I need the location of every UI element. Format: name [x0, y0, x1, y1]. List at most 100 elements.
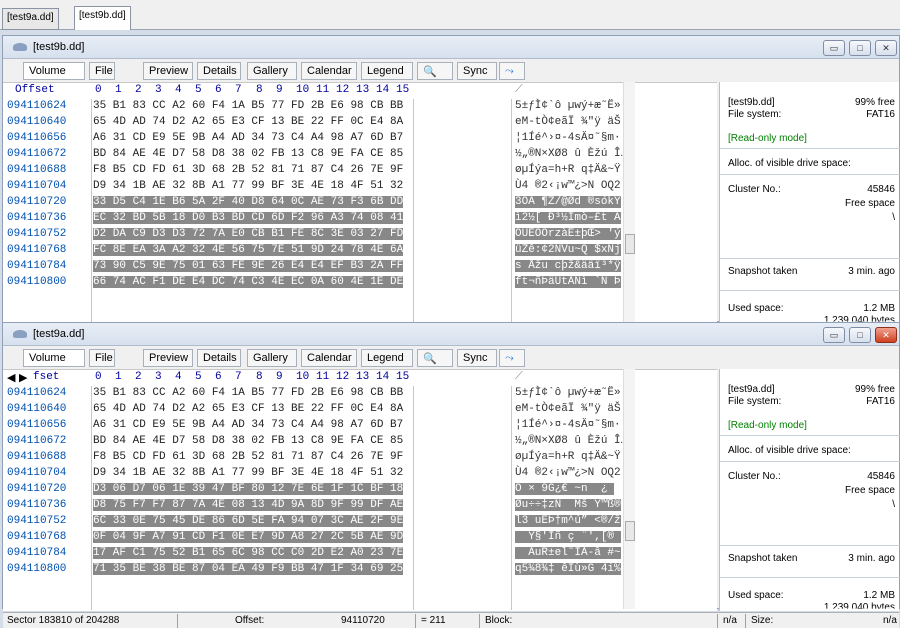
hex-row[interactable]: 094110624 35 B1 83 CC A2 60 F4 1A B5 77 F…	[3, 386, 717, 402]
row-bytes[interactable]: BD 84 AE 4E D7 58 D8 38 02 FB 13 C8 9E F…	[93, 148, 403, 160]
row-ascii[interactable]: ¯ÁuR±el˜ÌÀ-â #~	[515, 547, 621, 559]
row-bytes[interactable]: BD 84 AE 4E D7 58 D8 38 02 FB 13 C8 9E F…	[93, 435, 403, 447]
vertical-scrollbar[interactable]	[623, 82, 635, 322]
window-titlebar[interactable]: [test9a.dd] ▭ □ ✕	[3, 323, 899, 346]
row-ascii[interactable]: Ù4 ®2‹¡w™¿>N OQ2	[515, 467, 621, 479]
row-ascii[interactable]: Ÿ§'Íñ ç ¨',[®	[515, 531, 621, 543]
row-bytes[interactable]: 35 B1 83 CC A2 60 F4 1A B5 77 FD 2B E6 9…	[93, 100, 403, 112]
search-icon[interactable]: 🔍	[417, 62, 453, 80]
row-ascii[interactable]: ½„®N×XØ8 û Èžú Î…	[515, 148, 627, 160]
row-ascii[interactable]: ÒÚÉÓÓrzàË±þŒ> 'ý	[515, 228, 621, 240]
row-bytes[interactable]: 65 4D AD 74 D2 A2 65 E3 CF 13 BE 22 FF 0…	[93, 403, 403, 415]
hex-row[interactable]: 094110688 F8 B5 CD FD 61 3D 68 2B 52 81 7…	[3, 450, 717, 466]
row-bytes[interactable]: F8 B5 CD FD 61 3D 68 2B 52 81 71 87 C4 2…	[93, 164, 403, 176]
row-bytes[interactable]: D8 75 F7 F7 87 7A 4E 08 13 4D 9A 8D 9F 9…	[93, 499, 404, 511]
arrow-icon[interactable]: ⤳	[499, 62, 525, 80]
row-bytes[interactable]: D9 34 1B AE 32 8B A1 77 99 BF 3E 4E 18 4…	[93, 180, 403, 192]
close-button[interactable]: ✕	[875, 40, 897, 56]
hex-row[interactable]: 094110784 17 AF C1 75 52 B1 65 6C 98 CC C…	[3, 546, 717, 562]
row-ascii[interactable]: ¦1Íé^›¤-4sÄ¤˜§m·	[515, 419, 621, 431]
row-ascii[interactable]: eM-tÒ¢eãÏ ¾"ÿ äŠ	[515, 403, 621, 415]
row-bytes[interactable]: 73 90 C5 9E 75 01 63 FE 9E 26 E4 E4 EF B…	[93, 260, 404, 272]
search-icon[interactable]: 🔍	[417, 349, 453, 367]
hex-row[interactable]: 094110656 A6 31 CD E9 5E 9B A4 AD 34 73 C…	[3, 418, 717, 434]
hex-row[interactable]: 094110736 D8 75 F7 F7 87 7A 4E 08 13 4D 9…	[3, 498, 717, 514]
toolbar-sync-button[interactable]: Sync	[457, 349, 497, 367]
hex-row[interactable]: 094110688 F8 B5 CD FD 61 3D 68 2B 52 81 7…	[3, 163, 717, 179]
hex-row[interactable]: 094110768 FC 8E EA 3A A2 32 4E 56 75 7E 5…	[3, 243, 717, 259]
row-bytes[interactable]: 33 D5 C4 1E B6 5A 2F 40 D8 64 0C AE 73 F…	[93, 196, 404, 208]
hex-row[interactable]: 094110800 66 74 AC F1 DE E4 DC 74 C3 4E E…	[3, 275, 717, 291]
hex-row[interactable]: 094110672 BD 84 AE 4E D7 58 D8 38 02 FB 1…	[3, 147, 717, 163]
hex-row[interactable]: 094110672 BD 84 AE 4E D7 58 D8 38 02 FB 1…	[3, 434, 717, 450]
hex-row[interactable]: 094110768 0F 04 9F A7 91 CD F1 0E E7 9D A…	[3, 530, 717, 546]
row-bytes[interactable]: FC 8E EA 3A A2 32 4E 56 75 7E 51 9D 24 7…	[93, 244, 404, 256]
maximize-button[interactable]: □	[849, 327, 871, 343]
hex-row[interactable]: 094110624 35 B1 83 CC A2 60 F4 1A B5 77 F…	[3, 99, 717, 115]
toolbar-calendar-button[interactable]: Calendar	[301, 62, 357, 80]
toolbar-details-button[interactable]: Details	[197, 349, 241, 367]
row-bytes[interactable]: F8 B5 CD FD 61 3D 68 2B 52 81 71 87 C4 2…	[93, 451, 403, 463]
hex-row[interactable]: 094110640 65 4D AD 74 D2 A2 65 E3 CF 13 B…	[3, 115, 717, 131]
minimize-button[interactable]: ▭	[823, 327, 845, 343]
hex-row[interactable]: 094110640 65 4D AD 74 D2 A2 65 E3 CF 13 B…	[3, 402, 717, 418]
row-bytes[interactable]: D9 34 1B AE 32 8B A1 77 99 BF 3E 4E 18 4…	[93, 467, 403, 479]
row-ascii[interactable]: ì2½[ Ð³½Ímò–£t A	[515, 212, 621, 224]
row-ascii[interactable]: ¦1Íé^›¤-4sÄ¤˜§m·	[515, 132, 621, 144]
row-ascii[interactable]: eM-tÒ¢eãÏ ¾"ÿ äŠ	[515, 116, 621, 128]
window-titlebar[interactable]: [test9b.dd] ▭ □ ✕	[3, 36, 899, 59]
row-bytes[interactable]: 17 AF C1 75 52 B1 65 6C 98 CC C0 2D E2 A…	[93, 547, 404, 559]
hex-row[interactable]: 094110704 D9 34 1B AE 32 8B A1 77 99 BF 3…	[3, 179, 717, 195]
row-ascii[interactable]: øµÍýa=h+R q‡Ä&~Ÿ	[515, 164, 621, 176]
hex-view[interactable]: ◀ ▶ fset 0 1 2 3 4 5 6 7 8 9 10 11 12 13 14 15 ⟋ 094110624 35…	[3, 369, 717, 611]
row-bytes[interactable]: A6 31 CD E9 5E 9B A4 AD 34 73 C4 A4 98 A…	[93, 419, 403, 431]
toolbar-gallery-button[interactable]: Gallery	[247, 62, 297, 80]
toolbar-legend-button[interactable]: Legend	[361, 349, 413, 367]
row-bytes[interactable]: D3 06 D7 06 1E 39 47 BF 80 12 7E 6E 1F 1…	[93, 483, 404, 495]
row-bytes[interactable]: 71 35 BE 38 BE 87 04 EA 49 F9 BB 47 1F 3…	[93, 563, 404, 575]
row-bytes[interactable]: 35 B1 83 CC A2 60 F4 1A B5 77 FD 2B E6 9…	[93, 387, 403, 399]
toolbar-preview-button[interactable]: Preview	[143, 349, 193, 367]
toolbar-preview-button[interactable]: Preview	[143, 62, 193, 80]
hex-row[interactable]: 094110752 D2 DA C9 D3 D3 72 7A E0 CB B1 F…	[3, 227, 717, 243]
row-ascii[interactable]: q5¾8¾‡ êIù»G 4i%	[515, 563, 621, 575]
row-ascii[interactable]: øµÍýa=h+R q‡Ä&~Ÿ	[515, 451, 621, 463]
forward-arrow-icon[interactable]: ▶	[19, 371, 27, 385]
row-bytes[interactable]: 0F 04 9F A7 91 CD F1 0E E7 9D A8 27 2C 5…	[93, 531, 404, 543]
row-bytes[interactable]: A6 31 CD E9 5E 9B A4 AD 34 73 C4 A4 98 A…	[93, 132, 403, 144]
hex-row[interactable]: 094110752 6C 33 0E 75 45 DE 86 6D 5E FA 9…	[3, 514, 717, 530]
toolbar-file-button[interactable]: File	[89, 349, 115, 367]
toolbar-sync-button[interactable]: Sync	[457, 62, 497, 80]
hex-row[interactable]: 094110800 71 35 BE 38 BE 87 04 EA 49 F9 B…	[3, 562, 717, 578]
hex-view[interactable]: Offset 0 1 2 3 4 5 6 7 8 9 10 11 12 13 14 15 ⟋ 094110624 35…	[3, 82, 717, 324]
toolbar-volume-button[interactable]: Volume	[23, 349, 85, 367]
scrollbar-thumb[interactable]	[625, 521, 635, 541]
hex-row[interactable]: 094110736 EC 32 BD 5B 18 D0 B3 BD CD 6D F…	[3, 211, 717, 227]
close-button[interactable]: ✕	[875, 327, 897, 343]
tab-test9b[interactable]: [test9b.dd]	[74, 6, 131, 30]
row-bytes[interactable]: 6C 33 0E 75 45 DE 86 6D 5E FA 94 07 3C A…	[93, 515, 404, 527]
hex-row[interactable]: 094110720 33 D5 C4 1E B6 5A 2F 40 D8 64 0…	[3, 195, 717, 211]
row-ascii[interactable]: 3ÕÄ ¶Z/@Ød ®sókÝ	[515, 196, 621, 208]
tab-test9a[interactable]: [test9a.dd]	[2, 8, 59, 30]
arrow-icon[interactable]: ⤳	[499, 349, 525, 367]
row-ascii[interactable]: ½„®N×XØ8 û Èžú Î…	[515, 435, 627, 447]
back-arrow-icon[interactable]: ◀	[7, 371, 15, 385]
row-ascii[interactable]: Ó × 9G¿€ ~n ¿	[515, 483, 615, 495]
vertical-scrollbar[interactable]	[623, 369, 635, 609]
row-ascii[interactable]: l3 uEÞ†m^ú” <®/ž	[515, 515, 621, 527]
toolbar-file-button[interactable]: File	[89, 62, 115, 80]
maximize-button[interactable]: □	[849, 40, 871, 56]
row-ascii[interactable]: Øu÷÷‡zN Mš Ÿ™ß®	[515, 499, 621, 511]
toolbar-volume-button[interactable]: Volume	[23, 62, 85, 80]
hex-row[interactable]: 094110720 D3 06 D7 06 1E 39 47 BF 80 12 7…	[3, 482, 717, 498]
row-ascii[interactable]: s Åžu cþž&ääï³*ÿ	[515, 260, 621, 272]
toolbar-details-button[interactable]: Details	[197, 62, 241, 80]
scrollbar-thumb[interactable]	[625, 234, 635, 254]
hex-row[interactable]: 094110656 A6 31 CD E9 5E 9B A4 AD 34 73 C…	[3, 131, 717, 147]
row-ascii[interactable]: üŽê:¢2NVu~Q $xNj	[515, 244, 621, 256]
toolbar-calendar-button[interactable]: Calendar	[301, 349, 357, 367]
toolbar-gallery-button[interactable]: Gallery	[247, 349, 297, 367]
row-bytes[interactable]: 66 74 AC F1 DE E4 DC 74 C3 4E EC 0A 60 4…	[93, 276, 404, 288]
minimize-button[interactable]: ▭	[823, 40, 845, 56]
